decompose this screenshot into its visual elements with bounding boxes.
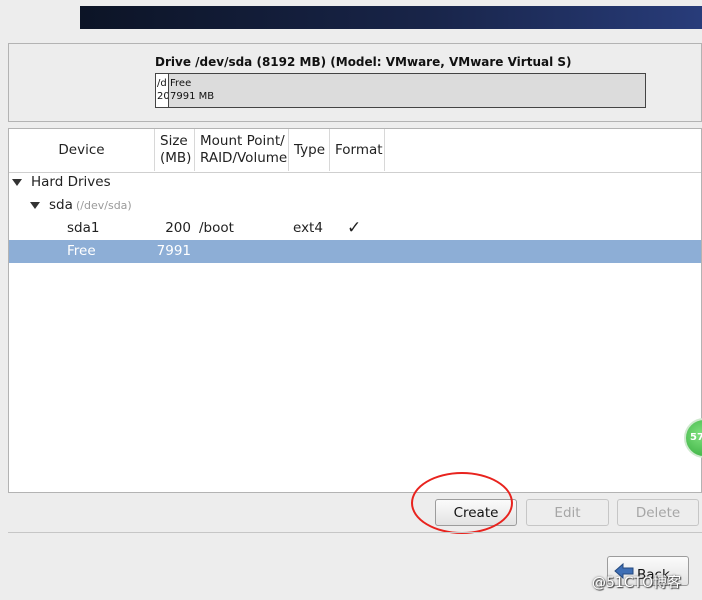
watermark: @51CTO博客: [592, 575, 682, 591]
expander-down-icon[interactable]: [30, 202, 40, 209]
segment-free-size: 7991 MB: [170, 91, 215, 102]
edit-button[interactable]: Edit: [526, 499, 609, 526]
tree-row-sda1[interactable]: sda1 200 /boot ext4 ✓: [9, 217, 701, 240]
cell-type: ext4: [293, 220, 323, 236]
segment-sda1-label: /d: [157, 78, 167, 89]
expander-down-icon[interactable]: [12, 179, 22, 186]
delete-button[interactable]: Delete: [617, 499, 699, 526]
cell-size: 200: [165, 220, 191, 236]
column-size[interactable]: Size (MB): [155, 129, 195, 171]
tree-row-sda[interactable]: sda (/dev/sda): [9, 194, 701, 217]
drive-summary-panel: Drive /dev/sda (8192 MB) (Model: VMware,…: [8, 43, 702, 122]
format-check-icon: ✓: [347, 218, 362, 238]
tree-row-free[interactable]: Free 7991: [9, 240, 701, 263]
cell-size: 7991: [156, 243, 191, 259]
cell-mount: /boot: [199, 220, 234, 236]
column-mount-point[interactable]: Mount Point/ RAID/Volume: [195, 129, 289, 171]
partition-segment-free[interactable]: Free 7991 MB: [169, 74, 645, 107]
segment-sda1-size: 20: [157, 91, 169, 102]
partition-tree[interactable]: Device Size (MB) Mount Point/ RAID/Volum…: [8, 128, 702, 493]
partition-segment-sda1[interactable]: /d 20: [156, 74, 169, 107]
cell-device: Free: [67, 243, 96, 259]
column-format[interactable]: Format: [330, 129, 385, 171]
divider: [8, 532, 702, 533]
column-device[interactable]: Device: [9, 129, 155, 171]
cell-device: sda1: [67, 220, 100, 236]
drive-title: Drive /dev/sda (8192 MB) (Model: VMware,…: [155, 55, 572, 69]
segment-free-label: Free: [170, 78, 192, 89]
table-header: Device Size (MB) Mount Point/ RAID/Volum…: [9, 129, 701, 173]
partition-bar: /d 20 Free 7991 MB: [155, 73, 646, 108]
device-path: (/dev/sda): [76, 199, 132, 212]
column-type[interactable]: Type: [289, 129, 330, 171]
annotation-circle: [411, 472, 513, 534]
installer-banner: [80, 6, 702, 29]
tree-row-hard-drives[interactable]: Hard Drives: [9, 171, 701, 194]
